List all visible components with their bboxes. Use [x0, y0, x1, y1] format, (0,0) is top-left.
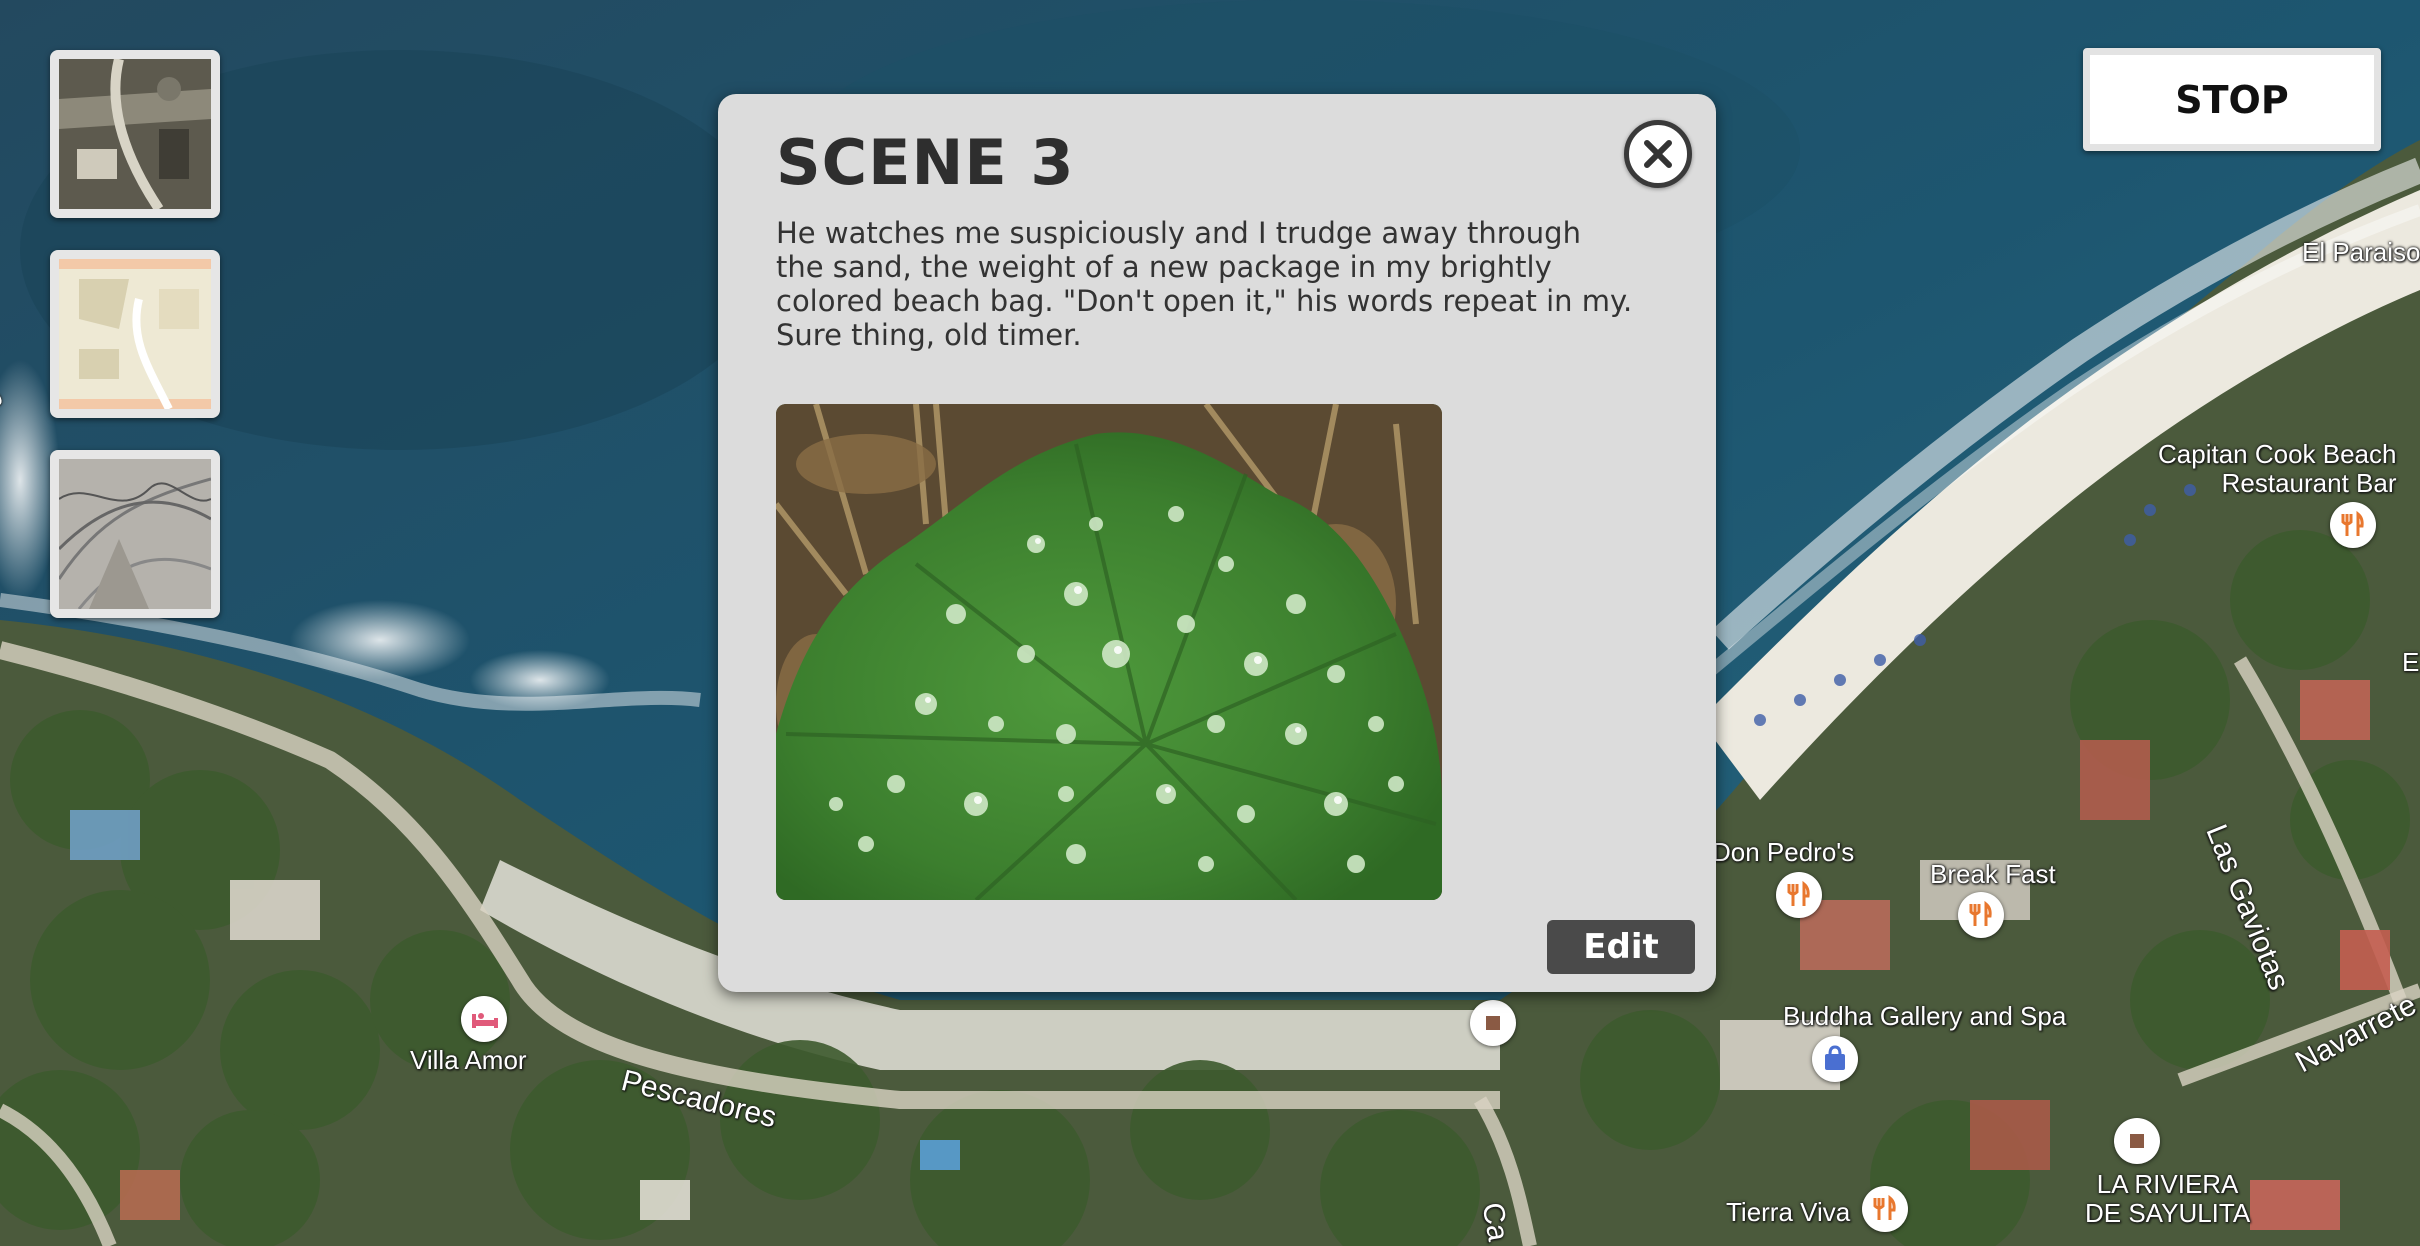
satellite-thumbnail-icon — [59, 59, 211, 209]
edit-button[interactable]: Edit — [1547, 920, 1695, 974]
map-label-villa-amor: Villa Amor — [410, 1045, 527, 1075]
map-label-capitan-cook: Capitan Cook Beach Restaurant Bar — [2158, 440, 2396, 497]
map-type-roadmap-button[interactable] — [50, 250, 220, 418]
map-label-don-pedros: Don Pedro's — [1712, 837, 1855, 867]
street-label-partial-bottom: Ca — [1475, 1200, 1515, 1244]
map-label-la-riviera: LA RIVIERA DE SAYULITA — [2085, 1169, 2251, 1228]
place-marker-icon[interactable] — [2114, 1118, 2160, 1164]
street-label-partial-right: E — [2402, 647, 2420, 677]
leaf-with-water-drops-image — [776, 404, 1442, 900]
capitan-cook-label: Capitan Cook Beach Restaurant Bar — [2158, 439, 2397, 498]
place-marker-icon[interactable] — [1470, 1000, 1516, 1046]
scene-description: He watches me suspiciously and I trudge … — [776, 216, 1633, 352]
shopping-bag-icon[interactable] — [1812, 1036, 1858, 1082]
scene-title: SCENE 3 — [776, 126, 1075, 199]
map-type-satellite-button[interactable] — [50, 50, 220, 218]
restaurant-icon[interactable] — [1958, 892, 2004, 938]
terrain-thumbnail-icon — [59, 459, 211, 609]
restaurant-icon[interactable] — [1862, 1186, 1908, 1232]
roadmap-thumbnail-icon — [59, 259, 211, 409]
scene-dialog: SCENE 3 He watches me suspiciously and I… — [718, 94, 1716, 992]
close-icon — [1644, 140, 1672, 168]
map-label-tierra-viva: Tierra Viva — [1726, 1197, 1851, 1227]
stop-button[interactable]: STOP — [2083, 48, 2381, 151]
restaurant-icon[interactable] — [2330, 502, 2376, 548]
hotel-bed-icon[interactable] — [461, 996, 507, 1042]
map-label-el-paraiso: El Paraiso — [2302, 237, 2420, 267]
map-type-terrain-button[interactable] — [50, 450, 220, 618]
map-label-buddha-gallery: Buddha Gallery and Spa — [1783, 1001, 2067, 1031]
restaurant-icon[interactable] — [1776, 872, 1822, 918]
map-label-break-fast: Break Fast — [1930, 859, 2056, 889]
scene-photo — [776, 404, 1442, 900]
close-button[interactable] — [1624, 120, 1692, 188]
